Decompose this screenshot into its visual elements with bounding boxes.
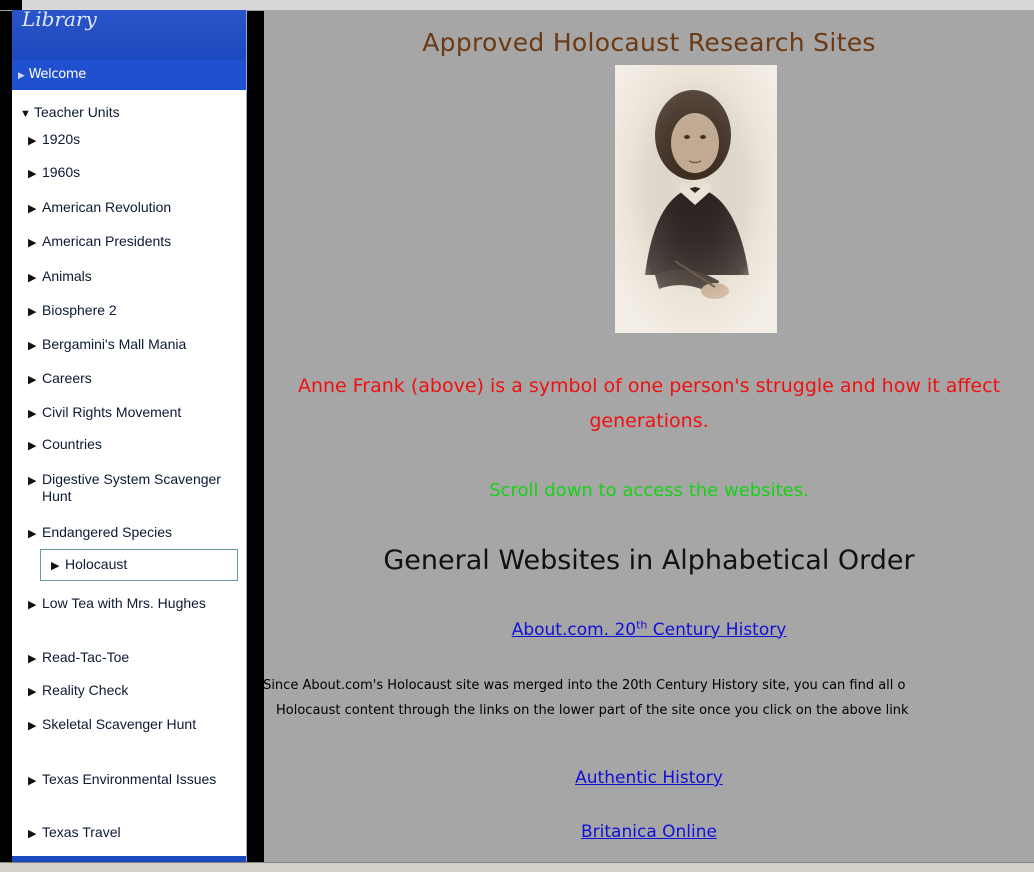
triangle-right-icon: ▶ — [28, 306, 37, 318]
sidebar-item-label: Digestive System Scavenger Hunt — [42, 471, 221, 504]
about-com-link[interactable]: About.com. 20th Century History — [511, 618, 787, 640]
triangle-right-icon: ▶ — [28, 528, 37, 540]
sidebar-item-american-presidents[interactable]: ▶ American Presidents — [28, 233, 238, 252]
triangle-right-icon: ▶ — [28, 686, 37, 698]
sidebar-item-label: Low Tea with Mrs. Hughes — [42, 595, 206, 611]
sidebar-header: Library — [12, 10, 246, 60]
sidebar-item-civil-rights-movement[interactable]: ▶ Civil Rights Movement — [28, 404, 238, 423]
sidebar-item-read-tac-toe[interactable]: ▶ Read-Tac-Toe — [28, 649, 238, 668]
sidebar-item-skeletal-scavenger-hunt[interactable]: ▶ Skeletal Scavenger Hunt — [28, 716, 238, 735]
triangle-right-icon: ▶ — [28, 272, 37, 284]
sidebar-item-label: Texas Travel — [42, 824, 121, 840]
sidebar-item-label: Animals — [42, 268, 92, 284]
about-link-superscript: th — [636, 618, 648, 631]
sidebar-item-biosphere-2[interactable]: ▶ Biosphere 2 — [28, 302, 238, 321]
sidebar-item-label: Texas Environmental Issues — [42, 771, 217, 787]
britanica-online-link-row: Britanica Online — [264, 822, 1034, 842]
sidebar-item-label: American Revolution — [42, 199, 172, 215]
sidebar-item-label: Careers — [42, 370, 92, 386]
about-note-line-2: Holocaust content through the links on t… — [276, 703, 909, 718]
sidebar-item-animals[interactable]: ▶ Animals — [28, 268, 238, 287]
triangle-right-icon: ▶ — [28, 135, 37, 147]
triangle-right-icon: ▶ — [28, 828, 37, 840]
sidebar-item-digestive-system-scavenger-hunt[interactable]: ▶ Digestive System Scavenger Hunt — [28, 471, 238, 505]
sidebar-section-label: Teacher Units — [34, 104, 120, 120]
about-link-prefix: About.com. 20 — [511, 619, 637, 640]
sidebar-section-teacher-units[interactable]: ▼ Teacher Units — [20, 104, 246, 123]
britanica-online-link[interactable]: Britanica Online — [581, 822, 717, 842]
about-link-suffix: Century History — [647, 619, 787, 640]
sidebar-item-1920s[interactable]: ▶ 1920s — [28, 131, 238, 150]
triangle-right-icon: ▶ — [28, 340, 37, 352]
sidebar-item-label: Biosphere 2 — [42, 302, 117, 318]
triangle-right-icon: ▶ — [28, 203, 37, 215]
triangle-right-icon: ▶ — [28, 440, 37, 452]
about-note-line-1: (Since About.com's Holocaust site was me… — [264, 678, 906, 693]
triangle-right-icon: ▶ — [28, 408, 37, 420]
about-com-link-row: About.com. 20th Century History — [264, 618, 1034, 640]
sidebar-item-careers[interactable]: ▶ Careers — [28, 370, 238, 389]
section-heading: General Websites in Alphabetical Order — [383, 545, 915, 576]
sidebar-item-label: Civil Rights Movement — [42, 404, 182, 420]
sidebar-item-american-revolution[interactable]: ▶ American Revolution — [28, 199, 238, 218]
sidebar-item-label: Bergamini's Mall Mania — [42, 336, 187, 352]
triangle-down-icon: ▼ — [20, 108, 31, 120]
sidebar-item-label: American Presidents — [42, 233, 172, 249]
sidebar-item-reality-check[interactable]: ▶ Reality Check — [28, 682, 238, 701]
sidebar-item-bergaminis-mall-mania[interactable]: ▶ Bergamini's Mall Mania — [28, 336, 238, 355]
sidebar-item-label: Welcome — [28, 67, 87, 82]
sidebar-item-holocaust[interactable]: ▶ Holocaust — [40, 549, 238, 581]
sidebar-item-welcome[interactable]: ▶ Welcome — [12, 60, 246, 90]
sidebar-item-label: Reality Check — [42, 682, 129, 698]
anne-frank-photo — [615, 65, 777, 333]
authentic-history-link-row: Authentic History — [264, 768, 1034, 788]
chevron-right-icon: ▶ — [18, 71, 25, 81]
triangle-right-icon: ▶ — [51, 560, 60, 572]
sidebar-item-1960s[interactable]: ▶ 1960s — [28, 164, 238, 183]
authentic-history-link[interactable]: Authentic History — [575, 768, 723, 788]
triangle-right-icon: ▶ — [28, 653, 37, 665]
triangle-right-icon: ▶ — [28, 374, 37, 386]
triangle-right-icon: ▶ — [28, 475, 37, 487]
triangle-right-icon: ▶ — [28, 168, 37, 180]
page-title: Approved Holocaust Research Sites — [422, 28, 876, 57]
sidebar-item-label: 1920s — [42, 131, 81, 147]
portrait-image — [615, 65, 777, 333]
sidebar-item-texas-environmental-issues[interactable]: ▶ Texas Environmental Issues — [28, 771, 238, 790]
scroll-instruction: Scroll down to access the websites. — [489, 480, 809, 501]
triangle-right-icon: ▶ — [28, 720, 37, 732]
sidebar-item-label: Read-Tac-Toe — [42, 649, 130, 665]
caption-text: Anne Frank (above) is a symbol of one pe… — [297, 375, 1001, 397]
sidebar-item-label: Countries — [42, 436, 102, 452]
triangle-right-icon: ▶ — [28, 599, 37, 611]
triangle-right-icon: ▶ — [28, 237, 37, 249]
sidebar-item-label: Skeletal Scavenger Hunt — [42, 716, 197, 732]
triangle-right-icon: ▶ — [28, 775, 37, 787]
sidebar-item-texas-travel[interactable]: ▶ Texas Travel — [28, 824, 238, 843]
caption-text-continued: generations. — [589, 410, 709, 432]
main-content: Approved Holocaust Research Sites Anne F… — [264, 10, 1034, 862]
sidebar-item-low-tea-with-mrs-hughes[interactable]: ▶ Low Tea with Mrs. Hughes — [28, 595, 238, 614]
sidebar: Library ▶ Welcome ▼ Teacher Units ▶ 1920s ▶… — [12, 10, 247, 862]
sidebar-item-label: 1960s — [42, 164, 81, 180]
sidebar-item-endangered-species[interactable]: ▶ Endangered Species — [28, 524, 238, 543]
sidebar-item-label: Endangered Species — [42, 524, 172, 540]
sidebar-item-label: Holocaust — [65, 556, 128, 572]
sidebar-item-countries[interactable]: ▶ Countries — [28, 436, 238, 455]
